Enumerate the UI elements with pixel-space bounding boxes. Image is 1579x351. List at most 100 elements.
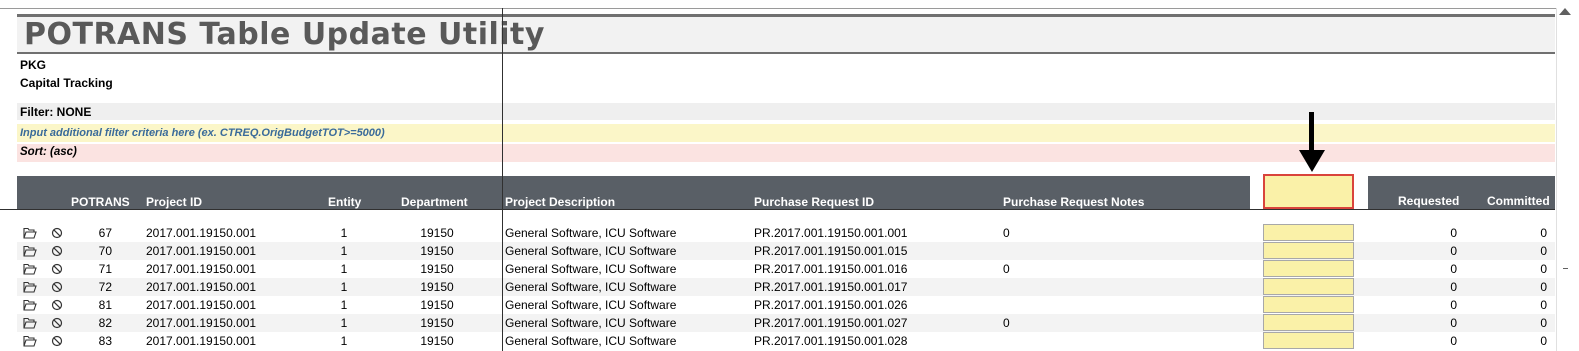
header-divider (0, 209, 1555, 210)
cell-department: 19150 (420, 280, 454, 294)
filter-row (17, 103, 1555, 120)
cell-project-description: General Software, ICU Software (505, 244, 677, 258)
cell-requested: 0 (1450, 298, 1457, 312)
cell-purchase-request-id: PR.2017.001.19150.001.015 (754, 244, 908, 258)
highlighted-input-header[interactable] (1263, 174, 1354, 209)
prohibit-icon[interactable] (51, 317, 65, 329)
cell-committed: 0 (1540, 298, 1547, 312)
table-row[interactable]: 82 2017.001.19150.001 1 19150 General Softwa… (17, 314, 1555, 332)
cell-potrans: 82 (98, 316, 112, 330)
cell-project-id: 2017.001.19150.001 (146, 226, 257, 240)
cell-requested: 0 (1450, 226, 1457, 240)
cell-purchase-request-notes[interactable]: 0 (1003, 316, 1010, 330)
cell-department: 19150 (420, 262, 454, 276)
cell-committed: 0 (1540, 244, 1547, 258)
cell-entity: 1 (340, 298, 348, 312)
prohibit-icon[interactable] (51, 281, 65, 293)
filter-label: Filter: NONE (20, 105, 92, 119)
cell-project-description: General Software, ICU Software (505, 280, 677, 294)
col-purchase-request-id[interactable]: Purchase Request ID (754, 195, 874, 209)
cell-purchase-request-id: PR.2017.001.19150.001.026 (754, 298, 908, 312)
cell-committed: 0 (1540, 316, 1547, 330)
cell-department: 19150 (420, 334, 454, 348)
col-requested[interactable]: Requested (1398, 194, 1459, 208)
folder-open-icon[interactable] (23, 317, 37, 329)
cell-project-description: General Software, ICU Software (505, 262, 677, 276)
cell-purchase-request-id: PR.2017.001.19150.001.001 (754, 226, 908, 240)
freeze-pane-divider (502, 8, 503, 351)
cell-requested: 0 (1450, 316, 1457, 330)
module-label: Capital Tracking (20, 76, 113, 90)
table-row[interactable]: 67 2017.001.19150.001 1 19150 General Softwa… (17, 224, 1555, 242)
cell-project-id: 2017.001.19150.001 (146, 334, 257, 348)
cell-project-description: General Software, ICU Software (505, 226, 677, 240)
prohibit-icon[interactable] (51, 263, 65, 275)
col-purchase-request-notes[interactable]: Purchase Request Notes (1003, 195, 1144, 209)
highlighted-input-cell[interactable] (1263, 296, 1354, 313)
cell-project-id: 2017.001.19150.001 (146, 262, 257, 276)
cell-potrans: 83 (98, 334, 112, 348)
highlighted-input-cell[interactable] (1263, 224, 1354, 241)
highlighted-input-cell[interactable] (1263, 332, 1354, 349)
cell-committed: 0 (1540, 262, 1547, 276)
table-row[interactable]: 70 2017.001.19150.001 1 19150 General Softwa… (17, 242, 1555, 260)
sort-label: Sort: (asc) (20, 146, 77, 158)
cell-purchase-request-notes[interactable]: 0 (1003, 226, 1010, 240)
cell-department: 19150 (420, 244, 454, 258)
highlighted-input-cell[interactable] (1263, 242, 1354, 259)
folder-open-icon[interactable] (23, 335, 37, 347)
table-row[interactable]: 71 2017.001.19150.001 1 19150 General Softwa… (17, 260, 1555, 278)
highlighted-input-cell[interactable] (1263, 278, 1354, 295)
prohibit-icon[interactable] (51, 299, 65, 311)
page-title: POTRANS Table Update Utility (24, 17, 545, 52)
cell-department: 19150 (420, 226, 454, 240)
cell-department: 19150 (420, 298, 454, 312)
table-row[interactable]: 81 2017.001.19150.001 1 19150 General Softwa… (17, 296, 1555, 314)
company-label: PKG (20, 58, 47, 72)
cell-project-description: General Software, ICU Software (505, 316, 677, 330)
cell-project-description: General Software, ICU Software (505, 334, 677, 348)
table-row[interactable]: 83 2017.001.19150.001 1 19150 General Softwa… (17, 332, 1555, 350)
prohibit-icon[interactable] (51, 245, 65, 257)
cell-entity: 1 (340, 334, 348, 348)
cell-requested: 0 (1450, 244, 1457, 258)
cell-requested: 0 (1450, 280, 1457, 294)
cell-committed: 0 (1540, 280, 1547, 294)
filter-criteria-hint: Input additional filter criteria here (e… (20, 127, 385, 139)
cell-project-description: General Software, ICU Software (505, 298, 677, 312)
highlighted-input-cell[interactable] (1263, 260, 1354, 277)
cell-potrans: 67 (98, 226, 112, 240)
cell-entity: 1 (340, 226, 348, 240)
col-project-id[interactable]: Project ID (146, 195, 202, 209)
col-project-description[interactable]: Project Description (505, 195, 615, 209)
cell-requested: 0 (1450, 262, 1457, 276)
scroll-up-icon[interactable] (1559, 8, 1571, 15)
cell-project-id: 2017.001.19150.001 (146, 298, 257, 312)
cell-purchase-request-id: PR.2017.001.19150.001.016 (754, 262, 908, 276)
cell-purchase-request-notes[interactable]: 0 (1003, 262, 1010, 276)
cell-potrans: 81 (98, 298, 112, 312)
prohibit-icon[interactable] (51, 227, 65, 239)
cell-entity: 1 (340, 244, 348, 258)
folder-open-icon[interactable] (23, 227, 37, 239)
cell-project-id: 2017.001.19150.001 (146, 316, 257, 330)
highlighted-input-cell[interactable] (1263, 314, 1354, 331)
prohibit-icon[interactable] (51, 335, 65, 347)
folder-open-icon[interactable] (23, 281, 37, 293)
col-potrans[interactable]: POTRANS (71, 195, 130, 209)
cell-potrans: 70 (98, 244, 112, 258)
folder-open-icon[interactable] (23, 245, 37, 257)
folder-open-icon[interactable] (23, 299, 37, 311)
cell-entity: 1 (340, 280, 348, 294)
down-arrow-icon-head (1299, 150, 1325, 172)
vertical-scrollbar[interactable] (1556, 8, 1579, 351)
col-department[interactable]: Department (401, 195, 468, 209)
folder-open-icon[interactable] (23, 263, 37, 275)
cell-requested: 0 (1450, 334, 1457, 348)
col-entity[interactable]: Entity (328, 195, 361, 209)
cell-potrans: 71 (98, 262, 112, 276)
scroll-thumb-grip[interactable] (1563, 268, 1568, 269)
col-committed[interactable]: Committed (1487, 194, 1550, 208)
cell-potrans: 72 (98, 280, 112, 294)
table-row[interactable]: 72 2017.001.19150.001 1 19150 General Softwa… (17, 278, 1555, 296)
